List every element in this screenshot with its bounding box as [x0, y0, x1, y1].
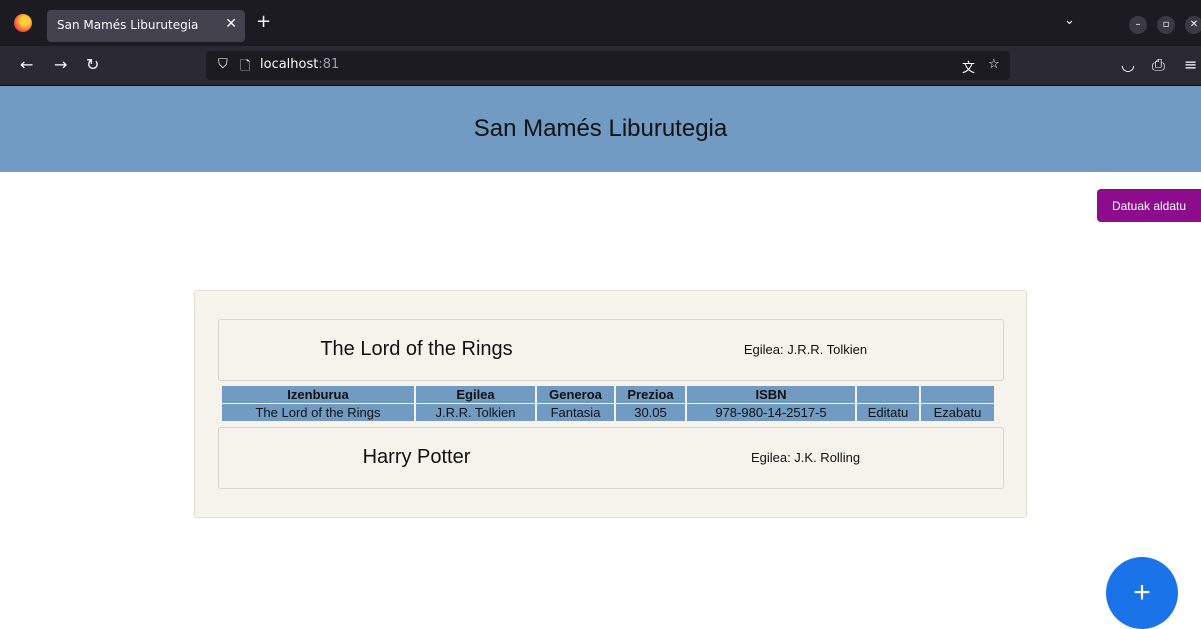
book-author: Egilea: J.R.R. Tolkien [743, 342, 868, 357]
column-header-isbn: ISBN [687, 386, 855, 403]
table-row: The Lord of the Rings J.R.R. Tolkien Fan… [222, 404, 994, 421]
plus-icon[interactable]: + [256, 12, 271, 32]
cell-genre: Fantasia [537, 404, 614, 421]
minimize-icon[interactable]: – [1129, 16, 1147, 34]
delete-button[interactable]: Ezabatu [921, 404, 994, 421]
browser-tab-bar: San Mamés Liburutegia ✕ + ⌄ – ▫ ✕ [0, 0, 1201, 46]
back-icon[interactable]: ← [20, 56, 33, 74]
book-card[interactable]: Harry Potter Egilea: J.K. Rolling [218, 427, 1004, 489]
edit-button[interactable]: Editatu [857, 404, 919, 421]
edit-data-button[interactable]: Datuak aldatu [1097, 189, 1201, 222]
add-book-button[interactable]: + [1106, 557, 1178, 629]
column-header-title: Izenburua [222, 386, 414, 403]
page-title: San Mamés Liburutegia [473, 115, 728, 142]
url-bar[interactable]: ⛉ 🗋 localhost:81 文 ☆ [206, 51, 1010, 80]
cell-author: J.R.R. Tolkien [416, 404, 535, 421]
chevron-down-icon[interactable]: ⌄ [1064, 13, 1075, 28]
extensions-icon[interactable]: ⎙ [1152, 56, 1165, 74]
table-header-row: Izenburua Egilea Generoa Prezioa ISBN [222, 386, 994, 403]
column-header-genre: Generoa [537, 386, 614, 403]
column-header-author: Egilea [416, 386, 535, 403]
tab-title: San Mamés Liburutegia [57, 18, 199, 32]
column-header-price: Prezioa [616, 386, 685, 403]
cell-title: The Lord of the Rings [222, 404, 414, 421]
book-details-table: Izenburua Egilea Generoa Prezioa ISBN Th… [220, 385, 996, 422]
close-icon[interactable]: ✕ [225, 16, 237, 32]
browser-tab[interactable]: San Mamés Liburutegia ✕ [47, 10, 245, 42]
firefox-logo-icon [14, 14, 32, 32]
reload-icon[interactable]: ↻ [86, 56, 99, 74]
page-icon: 🗋 [240, 59, 251, 74]
shield-icon[interactable]: ⛉ [218, 57, 228, 72]
pocket-icon[interactable]: ◡ [1121, 56, 1135, 74]
site-header: San Mamés Liburutegia [0, 86, 1201, 172]
book-title: The Lord of the Rings [320, 338, 513, 360]
cell-isbn: 978-980-14-2517-5 [687, 404, 855, 421]
window-close-icon[interactable]: ✕ [1185, 16, 1201, 34]
restore-icon[interactable]: ▫ [1157, 16, 1175, 34]
forward-icon[interactable]: → [54, 56, 67, 74]
book-title: Harry Potter [362, 446, 471, 468]
url-text[interactable]: localhost:81 [260, 57, 339, 72]
cell-price: 30.05 [616, 404, 685, 421]
translate-icon[interactable]: 文 [962, 57, 975, 76]
book-card[interactable]: The Lord of the Rings Egilea: J.R.R. Tol… [218, 319, 1004, 381]
menu-icon[interactable]: ≡ [1184, 56, 1197, 74]
star-icon[interactable]: ☆ [988, 57, 1000, 72]
browser-nav-bar: ← → ↻ ⛉ 🗋 localhost:81 文 ☆ ◡ ⎙ ≡ [0, 46, 1201, 86]
column-header-delete [921, 386, 994, 403]
book-author: Egilea: J.K. Rolling [750, 450, 861, 465]
column-header-edit [857, 386, 919, 403]
